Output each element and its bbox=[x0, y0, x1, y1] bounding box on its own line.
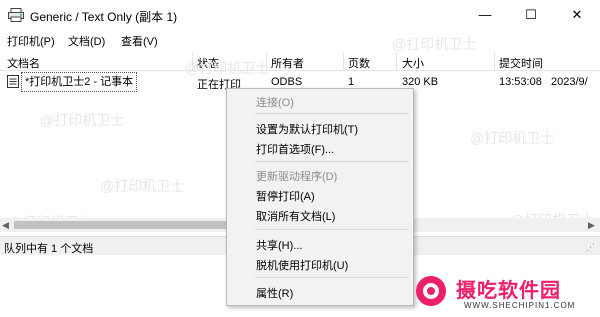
context-menu: 连接(O) 设置为默认打印机(T) 打印首选项(F)... 更新驱动程序(D) … bbox=[226, 88, 414, 306]
column-header: 文档名 状态 所有者 页数 大小 提交时间 bbox=[0, 52, 600, 71]
logo-url: WWW.SHECHIPIN1.COM bbox=[464, 301, 576, 310]
job-submit-date: 2023/9/ bbox=[551, 76, 588, 88]
window-title: Generic / Text Only (副本 1) bbox=[30, 10, 178, 24]
menu-document[interactable]: 文档(D) bbox=[68, 33, 105, 49]
job-document-name[interactable]: *打印机卫士2 - 记事本 bbox=[21, 72, 138, 92]
menu-item-update-driver[interactable]: 更新驱动程序(D) bbox=[256, 168, 337, 184]
column-divider[interactable] bbox=[192, 52, 193, 70]
menu-item-set-default[interactable]: 设置为默认打印机(T) bbox=[256, 121, 358, 137]
job-submit-time: 13:53:08 bbox=[499, 76, 542, 88]
scroll-right-icon[interactable]: ▶ bbox=[588, 218, 595, 232]
site-logo: 摄吃软件园 WWW.SHECHIPIN1.COM bbox=[404, 268, 600, 317]
column-divider[interactable] bbox=[494, 52, 495, 70]
job-pages: 1 bbox=[348, 76, 355, 88]
printer-icon bbox=[8, 8, 24, 22]
resize-grip-icon[interactable]: ⋰ bbox=[586, 242, 595, 253]
logo-icon bbox=[416, 276, 446, 306]
menu-printer[interactable]: 打印机(P) bbox=[7, 33, 55, 49]
menu-separator bbox=[255, 113, 409, 114]
title-bar[interactable]: Generic / Text Only (副本 1) — ☐ ✕ bbox=[0, 0, 600, 30]
job-size: 320 KB bbox=[402, 76, 439, 88]
menu-separator bbox=[255, 161, 409, 162]
menu-bar: 打印机(P) 文档(D) 查看(V) bbox=[0, 30, 600, 50]
menu-item-pause-printing[interactable]: 暂停打印(A) bbox=[256, 188, 315, 204]
menu-separator bbox=[255, 229, 409, 230]
close-button[interactable]: ✕ bbox=[554, 0, 600, 30]
watermark-text: @打印机卫士 bbox=[40, 112, 125, 128]
column-divider[interactable] bbox=[396, 52, 397, 70]
menu-item-connect[interactable]: 连接(O) bbox=[256, 94, 294, 110]
column-divider[interactable] bbox=[266, 52, 267, 70]
column-owner[interactable]: 所有者 bbox=[271, 55, 304, 71]
menu-item-properties[interactable]: 属性(R) bbox=[256, 285, 293, 301]
column-pages[interactable]: 页数 bbox=[348, 55, 370, 71]
column-document-name[interactable]: 文档名 bbox=[7, 55, 40, 71]
menu-separator bbox=[255, 277, 409, 278]
menu-item-cancel-all[interactable]: 取消所有文档(L) bbox=[256, 208, 335, 224]
logo-name: 摄吃软件园 bbox=[456, 280, 561, 302]
watermark-text: @打印机卫士 bbox=[100, 178, 185, 194]
column-divider[interactable] bbox=[343, 52, 344, 70]
document-icon bbox=[7, 75, 19, 88]
menu-item-preferences[interactable]: 打印首选项(F)... bbox=[256, 141, 334, 157]
column-submitted[interactable]: 提交时间 bbox=[499, 55, 543, 71]
column-status[interactable]: 状态 bbox=[197, 55, 219, 71]
scroll-left-icon[interactable]: ◀ bbox=[2, 218, 9, 232]
queue-status-text: 队列中有 1 个文档 bbox=[4, 243, 94, 255]
menu-view[interactable]: 查看(V) bbox=[121, 33, 158, 49]
menu-item-sharing[interactable]: 共享(H)... bbox=[256, 237, 302, 253]
minimize-button[interactable]: — bbox=[462, 0, 508, 30]
column-size[interactable]: 大小 bbox=[402, 55, 424, 71]
job-owner: ODBS bbox=[271, 76, 303, 88]
watermark-text: @打印机卫士 bbox=[470, 130, 555, 146]
maximize-button[interactable]: ☐ bbox=[508, 0, 554, 30]
menu-item-use-offline[interactable]: 脱机使用打印机(U) bbox=[256, 257, 348, 273]
